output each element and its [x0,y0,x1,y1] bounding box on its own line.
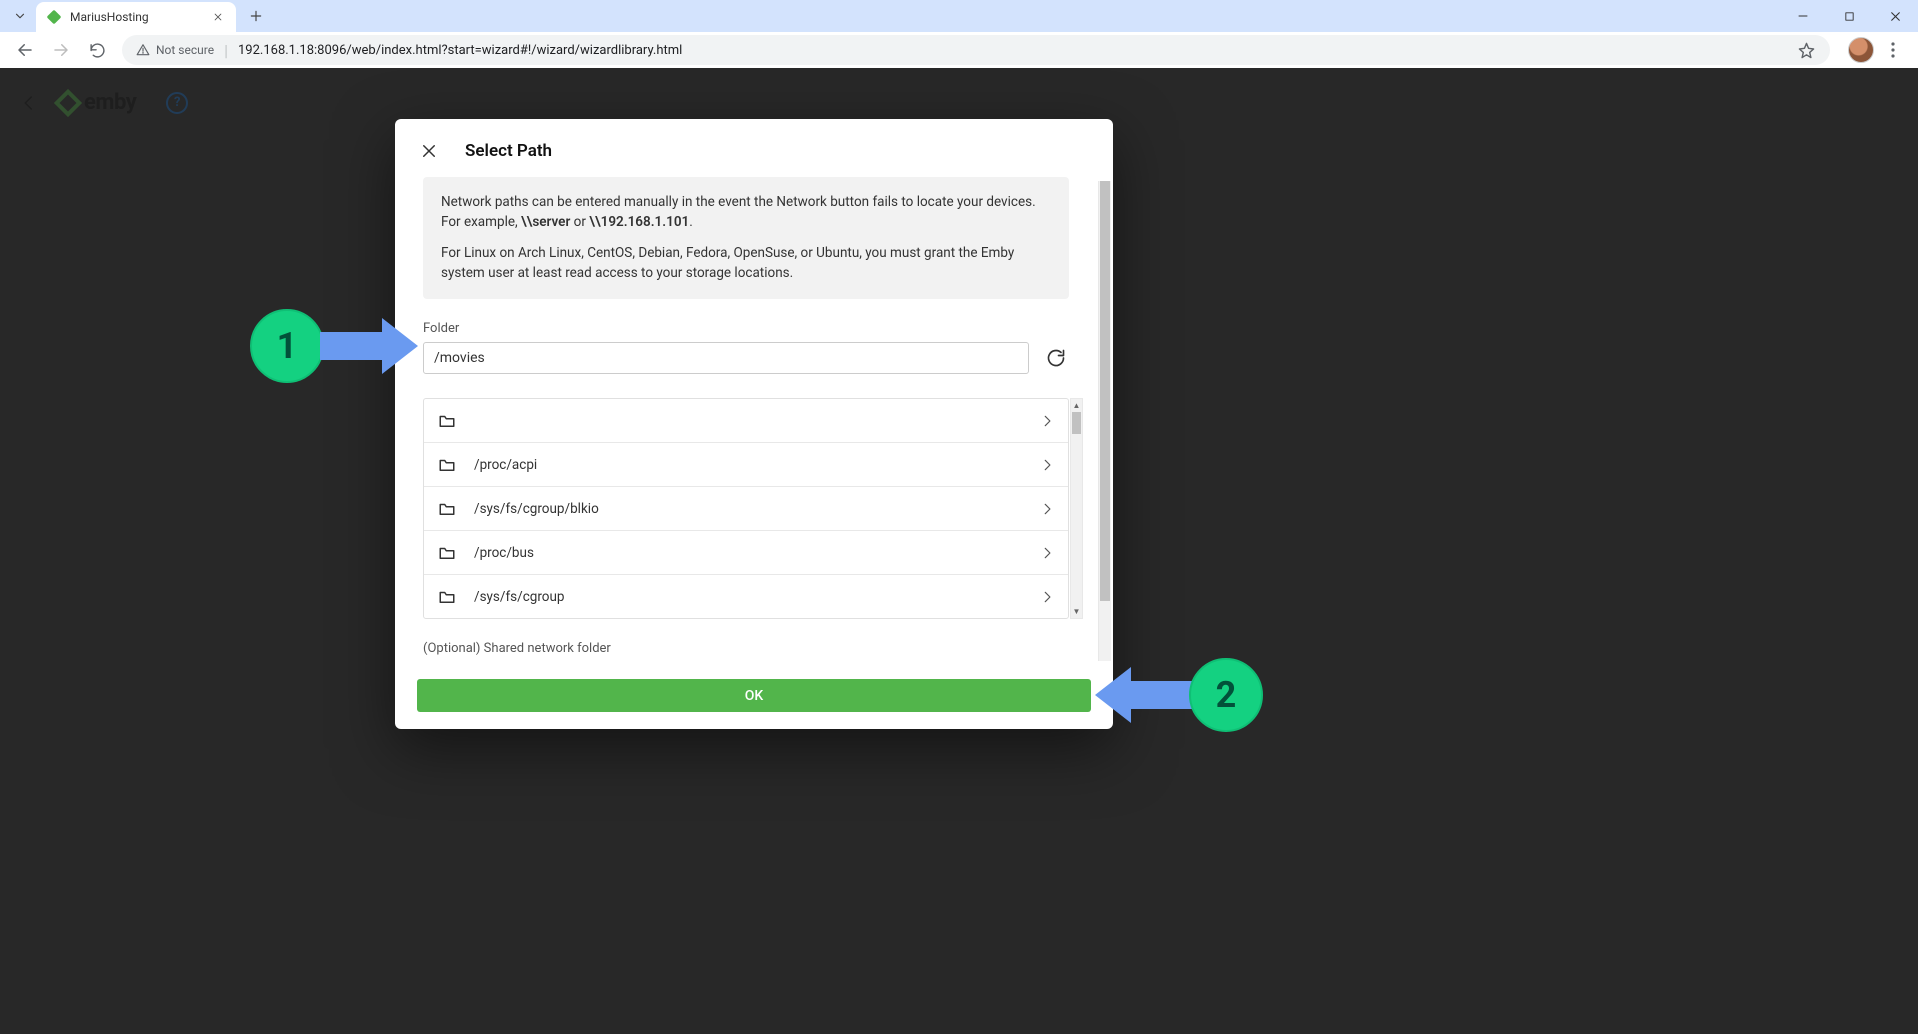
page-viewport: emby ? Select Path Network paths can be … [0,68,1918,1034]
scroll-up-button[interactable]: ▲ [1071,399,1082,412]
nav-reload-button[interactable] [80,35,114,65]
browser-tab[interactable]: MariusHosting [36,2,236,32]
folder-row[interactable]: /proc/bus [424,531,1068,575]
refresh-button[interactable] [1043,345,1069,371]
folder-row[interactable]: /sys/fs/cgroup [424,575,1068,619]
close-icon [213,12,223,22]
reload-icon [89,42,106,59]
scroll-down-button[interactable]: ▼ [1071,605,1082,618]
scrollbar-thumb[interactable] [1072,412,1081,434]
folder-row[interactable] [424,399,1068,443]
browser-menu-button[interactable] [1876,35,1910,65]
minimize-icon [1797,10,1809,22]
app-background: emby ? Select Path Network paths can be … [0,68,1918,1034]
chevron-right-icon [1040,502,1054,516]
nav-back-button[interactable] [8,35,42,65]
folder-icon [438,456,456,474]
security-label: Not secure [156,43,214,57]
folder-list-scrollbar[interactable]: ▲ ▼ [1070,398,1083,619]
folder-row[interactable]: /sys/fs/cgroup/blkio [424,487,1068,531]
security-indicator[interactable]: Not secure [136,43,214,57]
tab-title: MariusHosting [70,10,202,24]
folder-icon [438,500,456,518]
favicon-icon [46,9,62,25]
folder-name: /proc/acpi [474,457,1022,473]
close-icon [1889,10,1902,23]
maximize-icon [1844,11,1855,22]
dialog-close-button[interactable] [417,139,441,163]
browser-toolbar: Not secure | 192.168.1.18:8096/web/index… [0,32,1918,68]
dialog-title: Select Path [465,141,552,161]
folder-icon [438,588,456,606]
url-text: 192.168.1.18:8096/web/index.html?start=w… [238,43,682,58]
new-tab-button[interactable] [242,2,270,30]
window-controls [1780,0,1918,32]
folder-name: /proc/bus [474,545,1022,561]
close-icon [420,142,438,160]
arrow-right-icon [52,41,70,59]
folder-icon [438,544,456,562]
dialog-scrollbar[interactable] [1098,181,1111,661]
tab-close-button[interactable] [210,9,226,25]
star-icon [1798,42,1815,59]
chevron-right-icon [1040,458,1054,472]
refresh-icon [1046,348,1066,368]
address-bar[interactable]: Not secure | 192.168.1.18:8096/web/index… [122,35,1830,65]
window-minimize-button[interactable] [1780,0,1826,32]
bookmark-button[interactable] [1796,40,1816,60]
chevron-right-icon [1040,414,1054,428]
tab-strip: MariusHosting [0,0,1918,32]
chevron-down-icon [13,9,27,23]
warning-icon [136,43,150,57]
kebab-icon [1891,42,1895,58]
window-maximize-button[interactable] [1826,0,1872,32]
window-close-button[interactable] [1872,0,1918,32]
ok-button[interactable]: OK [417,679,1091,712]
ok-button-label: OK [745,688,764,704]
scrollbar-thumb[interactable] [1100,181,1110,601]
folder-name: /sys/fs/cgroup/blkio [474,501,1022,517]
optional-network-label: (Optional) Shared network folder [423,641,1097,656]
tab-search-button[interactable] [6,2,34,30]
nav-forward-button[interactable] [44,35,78,65]
folder-name: /sys/fs/cgroup [474,589,1022,605]
folder-list: /proc/acpi /sys/fs/cgroup/blkio /proc/bu… [423,398,1069,619]
dialog-header: Select Path [395,119,1113,177]
chevron-right-icon [1040,590,1054,604]
chevron-right-icon [1040,546,1054,560]
folder-input[interactable] [423,342,1029,374]
folder-icon [438,412,456,430]
folder-row[interactable]: /proc/acpi [424,443,1068,487]
folder-label: Folder [423,321,1097,336]
select-path-dialog: Select Path Network paths can be entered… [395,119,1113,729]
profile-avatar[interactable] [1848,37,1874,63]
info-panel: Network paths can be entered manually in… [423,177,1069,299]
plus-icon [249,9,263,23]
arrow-left-icon [16,41,34,59]
dialog-body: Network paths can be entered manually in… [395,177,1113,665]
